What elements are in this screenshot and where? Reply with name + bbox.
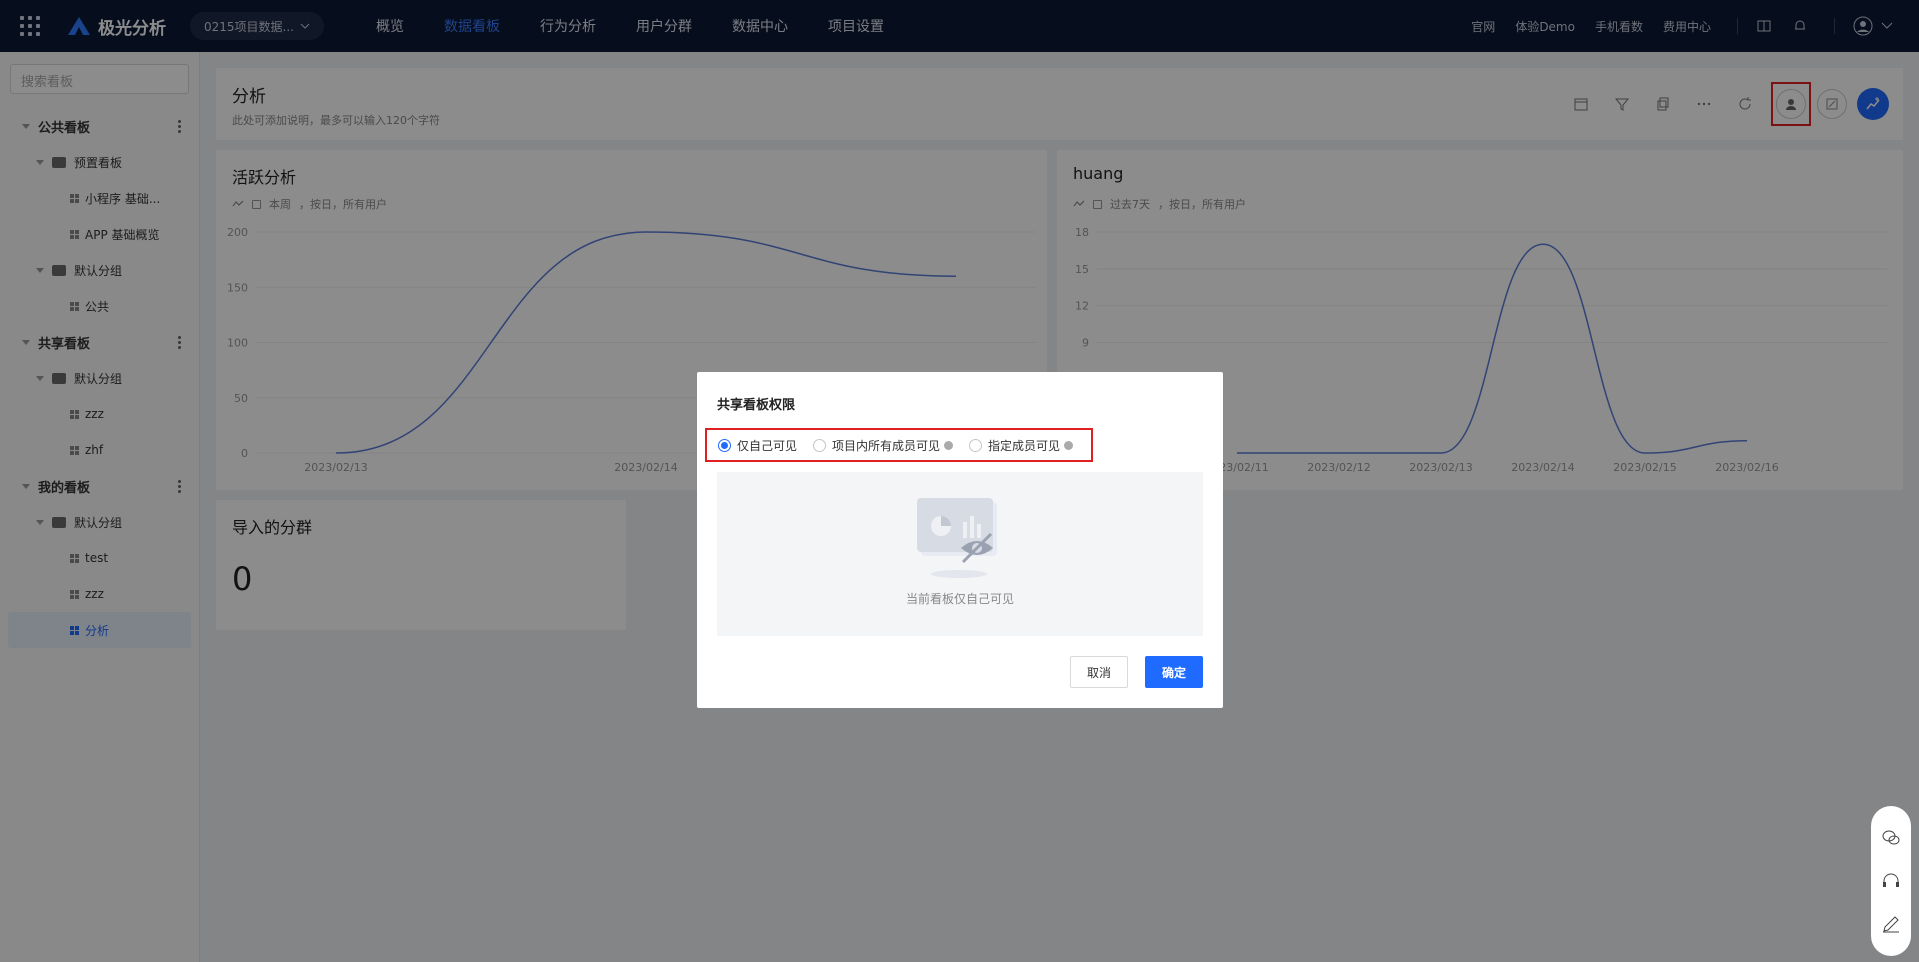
wechat-icon[interactable] (1881, 828, 1901, 848)
visibility-empty-state: 当前看板仅自己可见 (717, 472, 1203, 636)
radio-unchecked[interactable] (969, 438, 983, 452)
radio-all-members[interactable]: 项目内所有成员可见 (813, 437, 954, 454)
radio-specified-members[interactable]: 指定成员可见 (969, 437, 1074, 454)
radio-label: 项目内所有成员可见 (832, 438, 941, 453)
radio-only-me[interactable]: 仅自己可见 (718, 437, 797, 454)
visibility-radio-group: 仅自己可见 项目内所有成员可见 指定成员可见 (705, 428, 1093, 462)
info-icon[interactable] (1064, 440, 1074, 450)
radio-label: 仅自己可见 (737, 438, 798, 453)
confirm-button[interactable]: 确定 (1145, 656, 1203, 688)
pencil-icon[interactable] (1881, 914, 1901, 934)
share-permission-dialog: 共享看板权限 仅自己可见 项目内所有成员可见 指定成员可见 当前看板仅自己可见 … (697, 372, 1223, 708)
floating-tools (1871, 806, 1911, 956)
hidden-eye-illustration (917, 498, 997, 578)
radio-label: 指定成员可见 (988, 438, 1061, 453)
radio-checked[interactable] (718, 438, 731, 452)
dialog-title: 共享看板权限 (717, 398, 796, 413)
radio-unchecked[interactable] (813, 438, 827, 452)
headset-icon[interactable] (1881, 871, 1901, 891)
info-icon[interactable] (944, 440, 954, 450)
cancel-button[interactable]: 取消 (1070, 656, 1128, 688)
empty-state-text: 当前看板仅自己可见 (905, 592, 1014, 606)
